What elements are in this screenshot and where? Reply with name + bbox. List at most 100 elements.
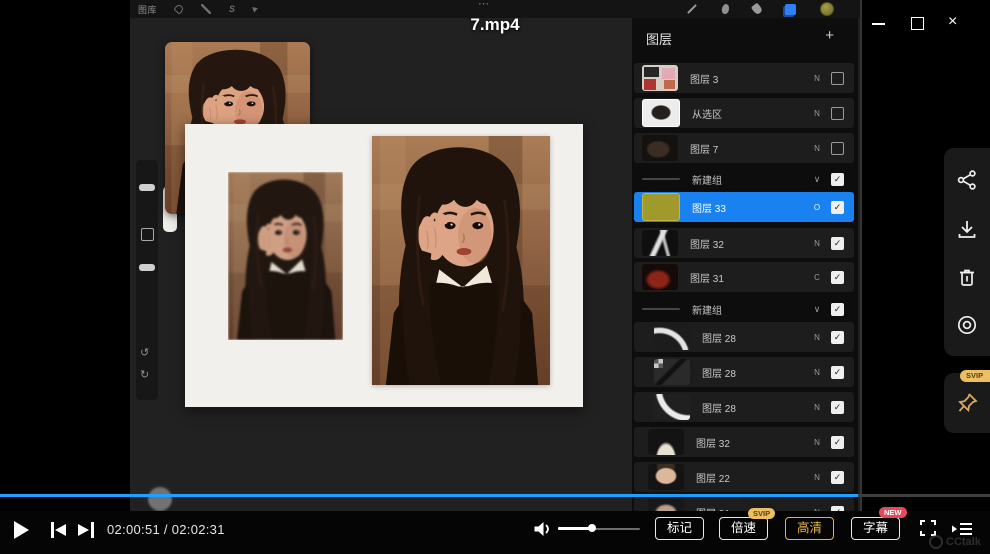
layer-name: 从选区 <box>692 106 809 121</box>
layer-thumbnail <box>654 324 690 350</box>
play-button[interactable] <box>14 521 29 539</box>
layer-thumbnail <box>648 464 684 490</box>
watermark-logo-icon <box>929 535 943 549</box>
cctalk-player-window: { "player": { "title": "7.mp4", "time_te… <box>0 0 990 554</box>
layer-row: 图层 7 N <box>634 133 854 163</box>
small-portrait-copy <box>228 172 343 340</box>
blend-mode-badge: N <box>809 368 825 377</box>
blend-mode-badge: N <box>809 109 825 118</box>
prev-triangle <box>55 524 66 536</box>
player-control-bar: 02:00:51 / 02:02:31 标记 倍速 SVIP 高清 字幕 NEW… <box>0 511 990 554</box>
mark-button[interactable]: 标记 <box>655 517 704 540</box>
record-icon[interactable] <box>955 313 979 337</box>
volume-slider-handle[interactable] <box>588 524 596 532</box>
share-icon[interactable] <box>955 168 979 192</box>
layer-visibility-checkbox <box>831 72 844 85</box>
side-action-rail <box>944 148 990 356</box>
layer-name: 图层 32 <box>690 236 809 251</box>
maximize-icon[interactable] <box>911 17 924 30</box>
group-name: 新建组 <box>692 172 809 187</box>
gallery-button: 图库 <box>138 3 157 16</box>
video-right-edge <box>860 0 862 512</box>
layer-visibility-checkbox: ✓ <box>831 237 844 250</box>
layers-panel: 图层 + 图层 3 N 从选区 N 图层 7 N 新建组 ∨ ✓ <box>632 18 858 512</box>
layer-name: 图层 28 <box>702 400 809 415</box>
layer-thumbnail <box>654 359 690 385</box>
hd-quality-button[interactable]: 高清 <box>785 517 834 540</box>
layer-name: 图层 28 <box>702 365 809 380</box>
more-options-dots-icon: ⋯ <box>478 0 490 10</box>
volume-slider-track[interactable] <box>593 528 640 530</box>
group-visibility-checkbox: ✓ <box>831 303 844 316</box>
previous-button[interactable] <box>48 522 70 538</box>
blend-mode-badge: N <box>809 239 825 248</box>
chevron-down-icon: ∨ <box>809 304 825 314</box>
layer-row: 图层 28 N ✓ <box>634 357 854 387</box>
subtitle-button[interactable]: 字幕 <box>851 517 900 540</box>
white-canvas <box>185 124 583 407</box>
next-bar <box>91 522 94 538</box>
layer-row: 图层 22 N ✓ <box>634 462 854 492</box>
blend-mode-badge: N <box>809 333 825 342</box>
layer-thumbnail <box>648 429 684 455</box>
layers-panel-header: 图层 + <box>632 26 858 50</box>
layer-group-row: 新建组 ∨ ✓ <box>634 170 854 188</box>
pin-svip-badge: SVIP <box>960 370 990 382</box>
volume-icon[interactable] <box>533 520 553 538</box>
window-controls: × <box>860 0 990 48</box>
layer-name: 图层 28 <box>702 330 809 345</box>
close-icon[interactable]: × <box>948 12 957 32</box>
modify-button <box>141 228 154 241</box>
layer-thumbnail <box>642 65 678 91</box>
layer-group-row: 新建组 ∨ ✓ <box>634 300 854 318</box>
layer-name: 图层 33 <box>692 200 809 215</box>
blend-mode-badge: N <box>809 473 825 482</box>
brush-size-slider-handle <box>139 184 155 191</box>
smudge-icon <box>721 3 730 14</box>
layer-thumbnail <box>654 394 690 420</box>
transform-arrow-icon <box>252 5 259 12</box>
adjustments-icon <box>201 4 211 14</box>
next-button[interactable] <box>76 522 98 538</box>
group-divider <box>642 178 680 180</box>
layer-thumbnail <box>642 264 678 290</box>
layer-row: 从选区 N <box>634 98 854 128</box>
layer-visibility-checkbox: ✓ <box>831 436 844 449</box>
speed-button[interactable]: 倍速 <box>719 517 768 540</box>
layer-row: 图层 3 N <box>634 63 854 93</box>
redo-icon: ↻ <box>140 370 149 381</box>
progress-bar-remaining[interactable] <box>858 494 990 497</box>
trash-icon[interactable] <box>955 266 979 290</box>
watermark-text: CCtalk <box>946 536 981 548</box>
actions-wrench-icon <box>173 3 184 14</box>
layer-visibility-checkbox: ✓ <box>831 366 844 379</box>
layer-row: 图层 28 N ✓ <box>634 392 854 422</box>
pin-icon[interactable] <box>955 391 979 415</box>
blend-mode-badge: N <box>809 438 825 447</box>
large-portrait-painting <box>372 136 550 385</box>
blend-mode-badge: O <box>809 203 825 212</box>
layer-thumbnail <box>642 135 678 161</box>
download-icon[interactable] <box>955 218 979 242</box>
layers-panel-icon <box>785 4 796 15</box>
paint-side-toolbar: ↺ ↻ <box>136 160 158 400</box>
layer-name: 图层 32 <box>696 435 809 450</box>
progress-bar-played[interactable] <box>0 494 858 497</box>
layer-visibility-checkbox: ✓ <box>831 201 844 214</box>
minimize-icon[interactable] <box>872 23 885 25</box>
selection-tool-icon: S <box>229 4 235 14</box>
group-name: 新建组 <box>692 302 809 317</box>
layer-visibility-checkbox <box>831 107 844 120</box>
paint-app-left-tools: 图库 S <box>138 0 258 18</box>
layer-row-selected: 图层 33 O ✓ <box>634 192 854 222</box>
layer-name: 图层 22 <box>696 470 809 485</box>
layer-name: 图层 31 <box>690 270 809 285</box>
layer-visibility-checkbox: ✓ <box>831 471 844 484</box>
layer-row: 图层 32 N ✓ <box>634 427 854 457</box>
new-badge: NEW <box>879 507 907 518</box>
video-surface[interactable]: 图库 S ⋯ ↺ <box>130 0 862 512</box>
blend-mode-badge: N <box>809 74 825 83</box>
color-swatch-icon <box>820 2 834 16</box>
paint-app-right-tools <box>686 0 834 18</box>
pin-rail-panel <box>944 373 990 433</box>
